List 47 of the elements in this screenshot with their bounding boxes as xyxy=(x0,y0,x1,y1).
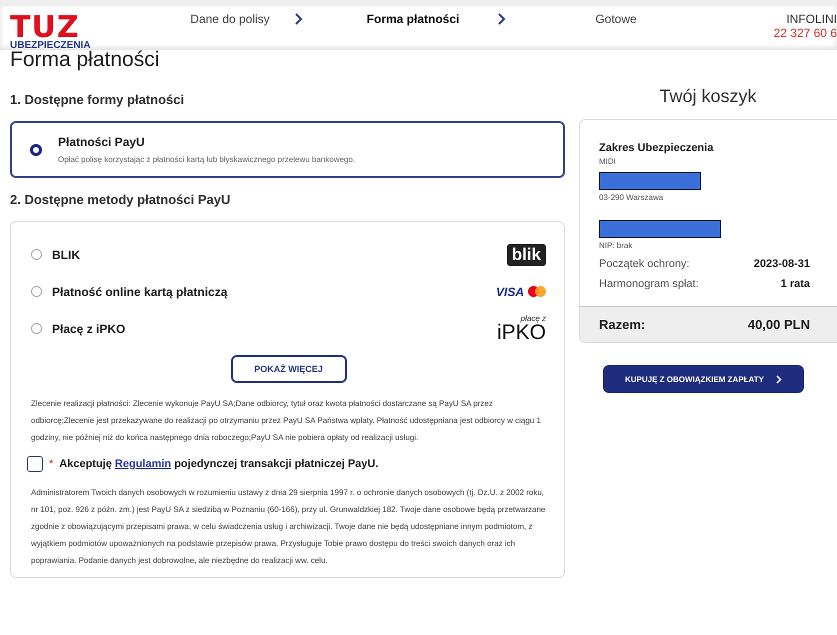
cart-row-label: Harmonogram spłat: xyxy=(599,278,699,290)
option-description: Opłać polisę korzystając z płatności kartą lub błyskawicznego przelewu bankowego. xyxy=(58,155,356,164)
hotline-label: INFOLINI xyxy=(786,12,837,26)
section-title: 2. Dostępne metody płatności PayU xyxy=(10,192,232,207)
cart-row-label: Początek ochrony: xyxy=(599,258,690,270)
option-name: Płatności PayU xyxy=(58,135,146,149)
payment-info-text: Zlecenie realizacji płatności: Zlecenie wykonuje PayU SA;Dane odbiorcy, tytuł oraz kwota płatności dostarczane są PayU SA przez odbiorcę;Zlecenie jest przekazywane do realizacji po otrzymaniu przez PayU SA Państwa wpłaty. Płatność udostępniana jest odbiorcy w ciągu 1 godziny, nie później niż do końca następnego dnia roboczego;PayU SA nie pobiera opłaty od realizacji usługi. xyxy=(31,398,542,444)
step-label: Dane do polisy xyxy=(189,12,271,26)
section-title: 1. Dostępne formy płatności xyxy=(10,92,186,107)
radio-button[interactable] xyxy=(30,144,42,156)
blik-logo: blik xyxy=(506,244,546,266)
regulations-link[interactable]: Regulamin xyxy=(114,458,172,470)
chevron-icon xyxy=(776,374,782,384)
radio-button[interactable] xyxy=(31,323,42,334)
required-mark: * xyxy=(49,458,54,470)
ipko-logo: iPKO xyxy=(496,323,546,343)
radio-button[interactable] xyxy=(31,249,42,260)
method-label[interactable]: Płacę z iPKO xyxy=(52,322,126,336)
scope-label: Zakres Ubezpieczenia xyxy=(599,142,714,154)
buy-button[interactable]: KUPUJĘ Z OBOWIĄZKIEM ZAPŁATY xyxy=(603,365,804,393)
visa-logo: VISA xyxy=(496,284,524,298)
radio-button[interactable] xyxy=(31,286,42,297)
logo-text: TUZ xyxy=(10,16,80,40)
consent-text: Akceptuję Regulamin pojedynczej transakcji płatniczej PayU. xyxy=(59,458,378,470)
page-title: Forma płatności xyxy=(10,48,160,72)
method-label[interactable]: Płatność online kartą płatniczą xyxy=(52,284,228,298)
ipko-tagline: płacę z xyxy=(520,314,546,323)
scope-value: MIDI xyxy=(599,157,617,166)
cart-row-value: 1 rata xyxy=(780,278,810,290)
show-more-button[interactable]: POKAŻ WIĘCEJ xyxy=(230,355,346,383)
total-label: Razem: xyxy=(599,317,646,332)
consent-checkbox[interactable] xyxy=(27,456,43,472)
chevron-icon xyxy=(295,13,303,25)
step-label: Forma płatności xyxy=(366,12,460,26)
total-value: 40,00 PLN xyxy=(748,317,810,332)
privacy-text: Administratorem Twoich danych osobowych w rozumieniu ustawy z dnia 29 sierpnia 1997 r. o ochronie danych osobowych (tj. Dz.U. z 2002 roku, nr 101, poz. 926 z późn. zm.) jest PayU SA z siedzibą w Poznaniu (60-166), przy ul. Grunwaldzkiej 182. Twoje dane osobowe będą przetwarzane zgodnie z obowiązującymi przepisami prawa, w celu świadczenia usług i archiwizacji. Twoje dane nie będą udostępniane innym podmiotom, z wyjątkiem podmiotów upoważnionych na podstawie przepisów prawa. Przysługuje Tobie prawo dostępu do treści swoich danych oraz ich poprawiania. Podanie danych jest dobrowolne, ale niezbędne do realizacji ww. celu. xyxy=(31,487,546,567)
logo-subtitle: UBEZPIECZENIA xyxy=(10,40,91,51)
step-label: Gotowe xyxy=(594,12,638,26)
method-label[interactable]: BLIK xyxy=(52,248,80,262)
hotline-phone[interactable]: 22 327 60 6 xyxy=(774,26,837,40)
cart-title: Twój koszyk xyxy=(658,86,758,107)
chevron-icon xyxy=(498,13,506,25)
cart-row-value: 2023-08-31 xyxy=(754,258,810,270)
mastercard-icon xyxy=(528,286,546,297)
nip-text: NIP: brak xyxy=(599,241,634,250)
address-text: 03-290 Warszawa xyxy=(599,193,664,202)
payment-form-option[interactable]: Płatności PayU Opłać polisę korzystając z płatności kartą lub błyskawicznego przelewu bankowego. xyxy=(10,121,565,178)
